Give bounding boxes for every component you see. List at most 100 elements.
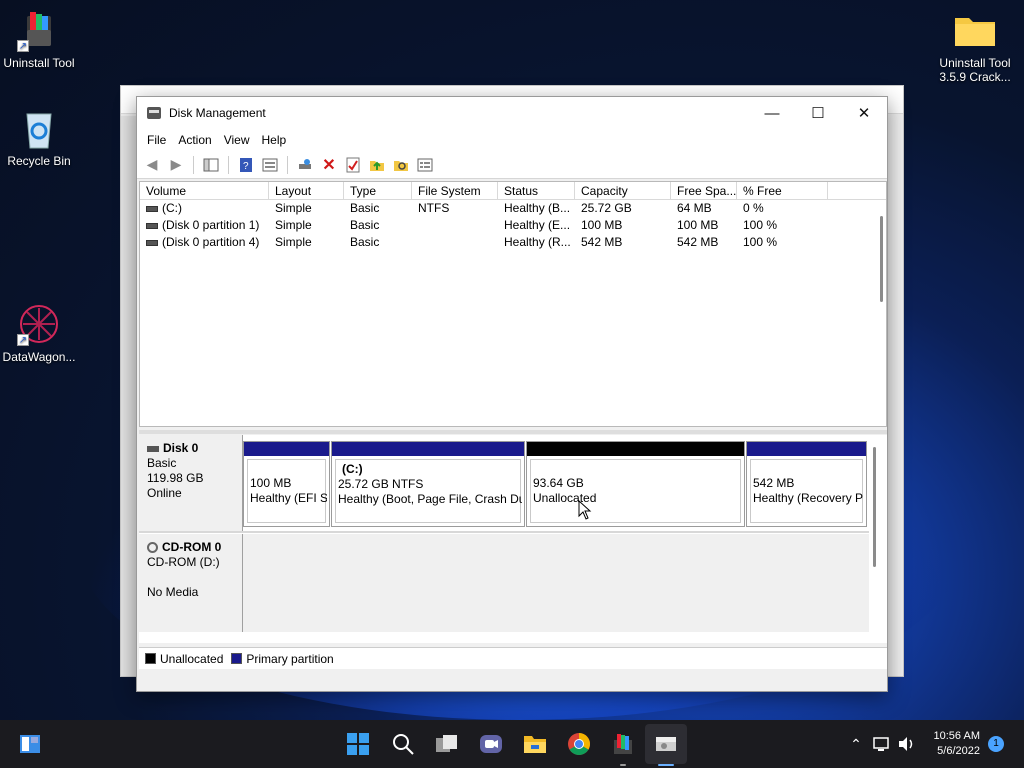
partition-efi[interactable]: 100 MB Healthy (EFI S xyxy=(243,441,330,527)
delete-icon[interactable]: ✕ xyxy=(318,154,340,176)
task-view-icon[interactable] xyxy=(433,730,461,758)
column-header-free-space[interactable]: Free Spa... xyxy=(671,182,737,199)
minimize-button[interactable]: — xyxy=(749,97,795,129)
cell-layout: Simple xyxy=(275,201,312,215)
partition-c[interactable]: (C:) 25.72 GB NTFS Healthy (Boot, Page F… xyxy=(331,441,525,527)
uninstall-tool-taskbar-icon[interactable] xyxy=(609,730,637,758)
scrollbar-thumb[interactable] xyxy=(880,216,883,302)
folder-up-icon[interactable] xyxy=(366,154,388,176)
menu-view[interactable]: View xyxy=(218,133,256,147)
cell-free-space: 64 MB xyxy=(677,201,712,215)
disk-state: Online xyxy=(147,486,182,500)
table-row[interactable]: (C:) Simple Basic NTFS Healthy (B... 25.… xyxy=(140,200,886,217)
cell-type: Basic xyxy=(350,201,380,215)
help-icon[interactable]: ? xyxy=(235,154,257,176)
forward-arrow-icon[interactable]: ▶ xyxy=(165,154,187,176)
column-header-capacity[interactable]: Capacity xyxy=(575,182,671,199)
cell-status: Healthy (B... xyxy=(504,201,571,215)
column-header-layout[interactable]: Layout xyxy=(269,182,344,199)
network-icon[interactable] xyxy=(868,730,896,758)
disk-name: Disk 0 xyxy=(163,441,199,455)
caption-buttons: — ☐ ✕ xyxy=(749,97,887,129)
uninstall-tool-icon: ↗ xyxy=(17,8,61,52)
volume-list: Volume Layout Type File System Status Ca… xyxy=(139,181,887,427)
cd-drive-icon xyxy=(147,542,158,554)
folder-search-icon[interactable] xyxy=(390,154,412,176)
unallocated-swatch xyxy=(145,653,156,664)
menu-help[interactable]: Help xyxy=(256,133,293,147)
column-header-file-system[interactable]: File System xyxy=(412,182,498,199)
column-header-type[interactable]: Type xyxy=(344,182,412,199)
partition-unallocated[interactable]: 93.64 GB Unallocated xyxy=(526,441,745,527)
desktop-icon-datawagon[interactable]: ↗ DataWagon... xyxy=(0,302,78,364)
view-icon[interactable] xyxy=(259,154,281,176)
volume-speaker-icon[interactable] xyxy=(893,730,921,758)
cdrom-state: No Media xyxy=(147,585,199,599)
file-explorer-icon[interactable] xyxy=(521,730,549,758)
widgets-icon[interactable] xyxy=(16,730,44,758)
menu-file[interactable]: File xyxy=(141,133,172,147)
start-windows-icon[interactable] xyxy=(344,730,372,758)
cell-file-system: NTFS xyxy=(418,201,450,215)
shortcut-arrow-icon: ↗ xyxy=(17,40,29,52)
properties-icon[interactable] xyxy=(342,154,364,176)
desktop-icon-uninstall-tool[interactable]: ↗ Uninstall Tool xyxy=(0,8,78,70)
chevron-up-icon[interactable]: ⌃ xyxy=(842,730,870,758)
connect-disk-icon[interactable] xyxy=(294,154,316,176)
folder-icon xyxy=(953,8,997,52)
cdrom-0-label[interactable]: CD-ROM 0 CD-ROM (D:) No Media xyxy=(139,534,243,632)
cell-capacity: 100 MB xyxy=(581,218,623,232)
back-arrow-icon[interactable]: ◀ xyxy=(141,154,163,176)
partition-recovery[interactable]: 542 MB Healthy (Recovery P xyxy=(746,441,867,527)
show-hide-console-icon[interactable] xyxy=(200,154,222,176)
cell-file-system xyxy=(412,234,498,251)
table-row[interactable]: (Disk 0 partition 1) Simple Basic Health… xyxy=(140,217,886,234)
desktop-icon-label: Recycle Bin xyxy=(7,154,71,168)
chat-icon[interactable] xyxy=(477,730,505,758)
maximize-button[interactable]: ☐ xyxy=(795,97,841,129)
disk-graphical-view: Disk 0 Basic 119.98 GB Online 100 MB Hea… xyxy=(139,435,887,643)
partition-text: (C:) 25.72 GB NTFS Healthy (Boot, Page F… xyxy=(338,462,522,506)
shortcut-arrow-icon: ↗ xyxy=(17,334,29,346)
disk-size: 119.98 GB xyxy=(147,471,204,485)
disk-0-label[interactable]: Disk 0 Basic 119.98 GB Online xyxy=(139,435,243,531)
cdrom-0-row: CD-ROM 0 CD-ROM (D:) No Media xyxy=(139,534,869,632)
titlebar[interactable]: Disk Management — ☐ ✕ xyxy=(137,97,887,129)
primary-partition-stripe xyxy=(332,442,524,456)
volume-list-scrollbar[interactable] xyxy=(876,200,886,426)
legend-unallocated: Unallocated xyxy=(160,651,224,666)
clock-date: 5/6/2022 xyxy=(937,745,980,757)
clock-time: 10:56 AM xyxy=(933,730,980,742)
close-button[interactable]: ✕ xyxy=(841,97,887,129)
datawagon-icon: ↗ xyxy=(17,302,61,346)
cdrom-area[interactable] xyxy=(243,534,869,632)
desktop-icon-label-line2: 3.5.9 Crack... xyxy=(939,70,1011,84)
notification-badge[interactable]: 1 xyxy=(988,736,1004,752)
menu-action[interactable]: Action xyxy=(172,133,217,147)
scrollbar-thumb[interactable] xyxy=(873,447,876,567)
cell-percent-free: 100 % xyxy=(743,218,778,232)
column-header-status[interactable]: Status xyxy=(498,182,575,199)
column-header-volume[interactable]: Volume xyxy=(140,182,269,199)
running-indicator xyxy=(620,764,626,766)
cell-status: Healthy (E... xyxy=(504,218,571,232)
window-title: Disk Management xyxy=(169,106,266,120)
table-row[interactable]: (Disk 0 partition 4) Simple Basic Health… xyxy=(140,234,886,251)
desktop-icon-uninstall-folder[interactable]: Uninstall Tool 3.5.9 Crack... xyxy=(936,8,1014,84)
disk-icon xyxy=(147,445,159,452)
disk-view-scrollbar[interactable] xyxy=(869,435,879,635)
cell-capacity: 542 MB xyxy=(581,235,623,249)
search-icon[interactable] xyxy=(389,730,417,758)
cell-percent-free: 0 % xyxy=(743,201,764,215)
desktop-icon-recycle-bin[interactable]: Recycle Bin xyxy=(0,106,78,168)
column-header-percent-free[interactable]: % Free xyxy=(737,182,828,199)
settings-list-icon[interactable] xyxy=(414,154,436,176)
disk-management-taskbar-icon[interactable] xyxy=(652,730,680,758)
legend-primary-partition: Primary partition xyxy=(246,651,334,666)
clock[interactable]: 10:56 AM 5/6/2022 xyxy=(920,729,980,759)
pane-splitter[interactable] xyxy=(139,430,887,434)
legend-bar: Unallocated Primary partition xyxy=(139,647,887,669)
disk-management-window: Disk Management — ☐ ✕ File Action View H… xyxy=(136,96,888,692)
chrome-icon[interactable] xyxy=(565,730,593,758)
primary-partition-stripe xyxy=(244,442,329,456)
